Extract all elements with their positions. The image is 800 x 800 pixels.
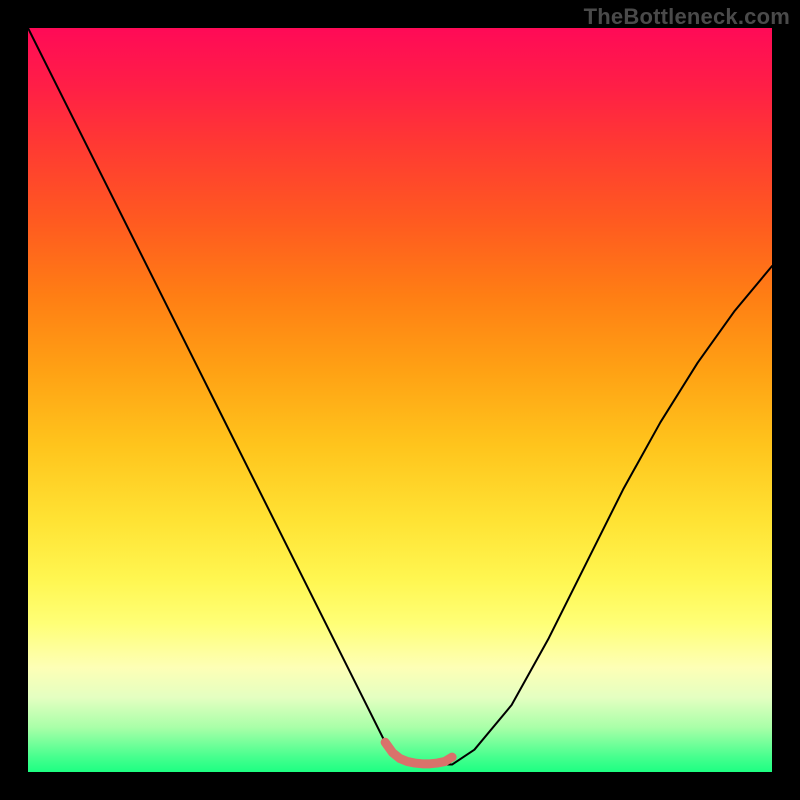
plot-area [28, 28, 772, 772]
chart-frame: TheBottleneck.com [0, 0, 800, 800]
bottleneck-curve [28, 28, 772, 765]
watermark-text: TheBottleneck.com [584, 4, 790, 30]
curve-overlay [28, 28, 772, 772]
highlight-segment [385, 742, 452, 764]
